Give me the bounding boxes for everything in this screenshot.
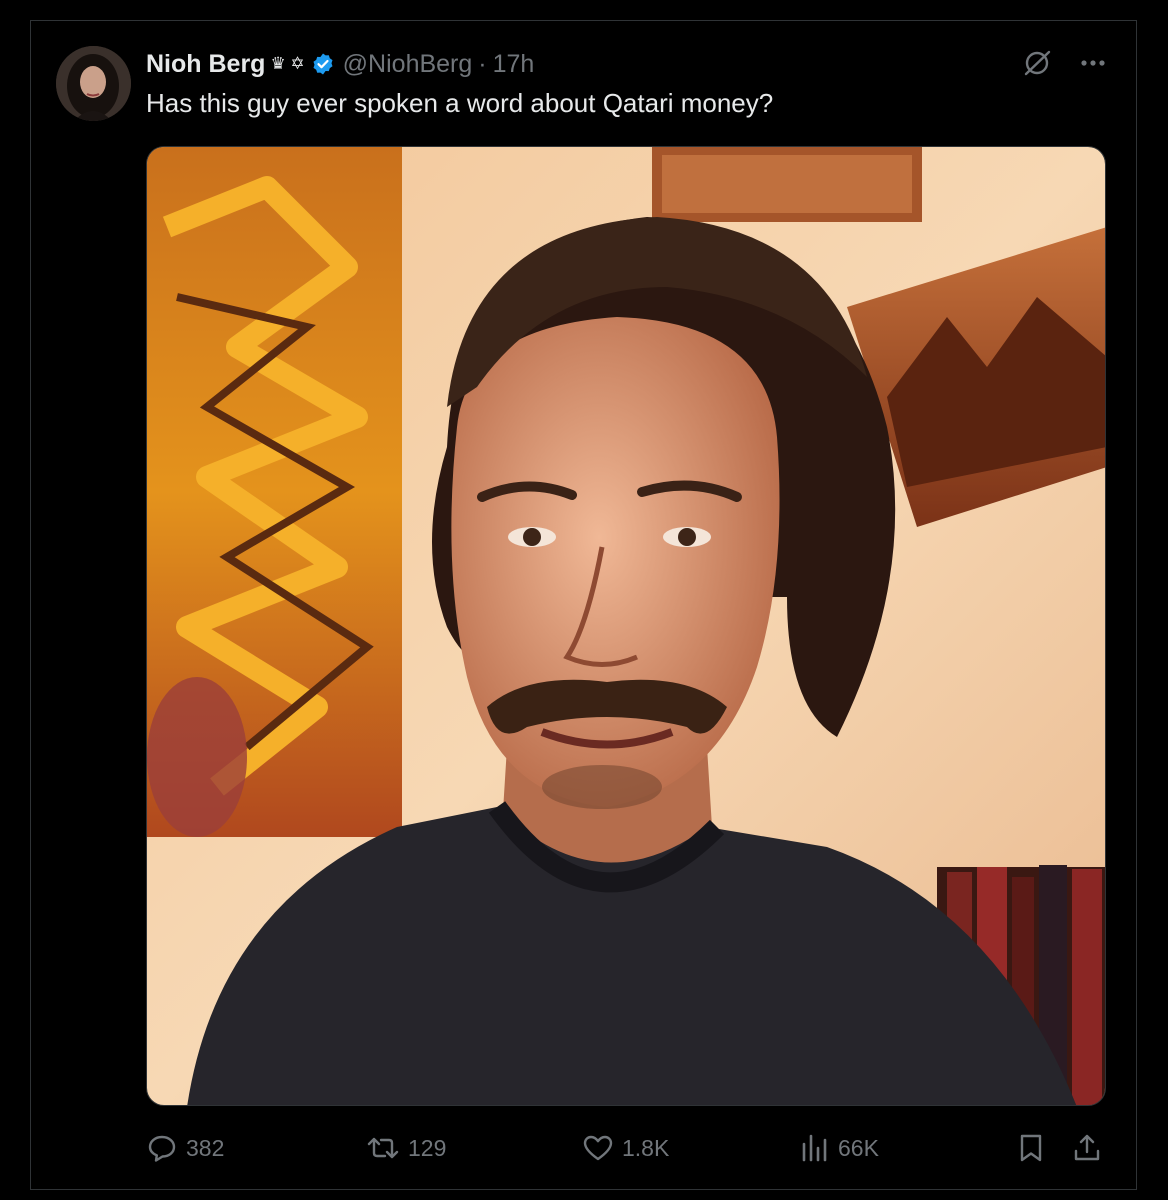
verified-check-icon xyxy=(313,53,333,75)
avatar[interactable] xyxy=(56,46,131,121)
reply-count: 382 xyxy=(186,1134,225,1161)
repost-button[interactable]: 129 xyxy=(366,1126,446,1170)
bookmark-button[interactable] xyxy=(1016,1126,1046,1170)
repost-icon xyxy=(367,1137,399,1159)
tweet-header: Nioh Berg ♛ ✡ @NiohBerg · 17h xyxy=(146,47,534,81)
views-count: 66K xyxy=(838,1134,879,1161)
display-name[interactable]: Nioh Berg xyxy=(146,50,265,79)
tweet-photo[interactable] xyxy=(146,146,1106,1106)
views-chart-icon xyxy=(802,1134,827,1162)
heart-icon xyxy=(583,1135,613,1161)
views-button[interactable]: 66K xyxy=(800,1126,879,1170)
share-button[interactable] xyxy=(1072,1126,1102,1170)
avatar-image xyxy=(56,46,131,121)
grok-icon[interactable] xyxy=(1022,48,1052,78)
like-count: 1.8K xyxy=(622,1134,670,1161)
photo-illustration xyxy=(147,147,1105,1105)
tweet-action-bar: 382 129 1.8K 66K xyxy=(146,1126,1106,1170)
reply-icon xyxy=(148,1135,176,1162)
tweet-top-actions xyxy=(1022,48,1108,78)
repost-count: 129 xyxy=(408,1134,447,1161)
tweet-text: Has this guy ever spoken a word about Qa… xyxy=(146,88,774,118)
bookmark-icon xyxy=(1020,1134,1042,1162)
like-button[interactable]: 1.8K xyxy=(582,1126,669,1170)
user-handle[interactable]: @NiohBerg xyxy=(343,50,473,79)
separator-dot: · xyxy=(478,49,487,78)
more-icon[interactable] xyxy=(1078,48,1108,78)
tweet-timestamp[interactable]: 17h xyxy=(493,50,535,79)
reply-button[interactable]: 382 xyxy=(146,1126,224,1170)
profile-badge-glyphs: ♛ ✡ xyxy=(270,54,305,73)
share-icon xyxy=(1074,1134,1100,1161)
